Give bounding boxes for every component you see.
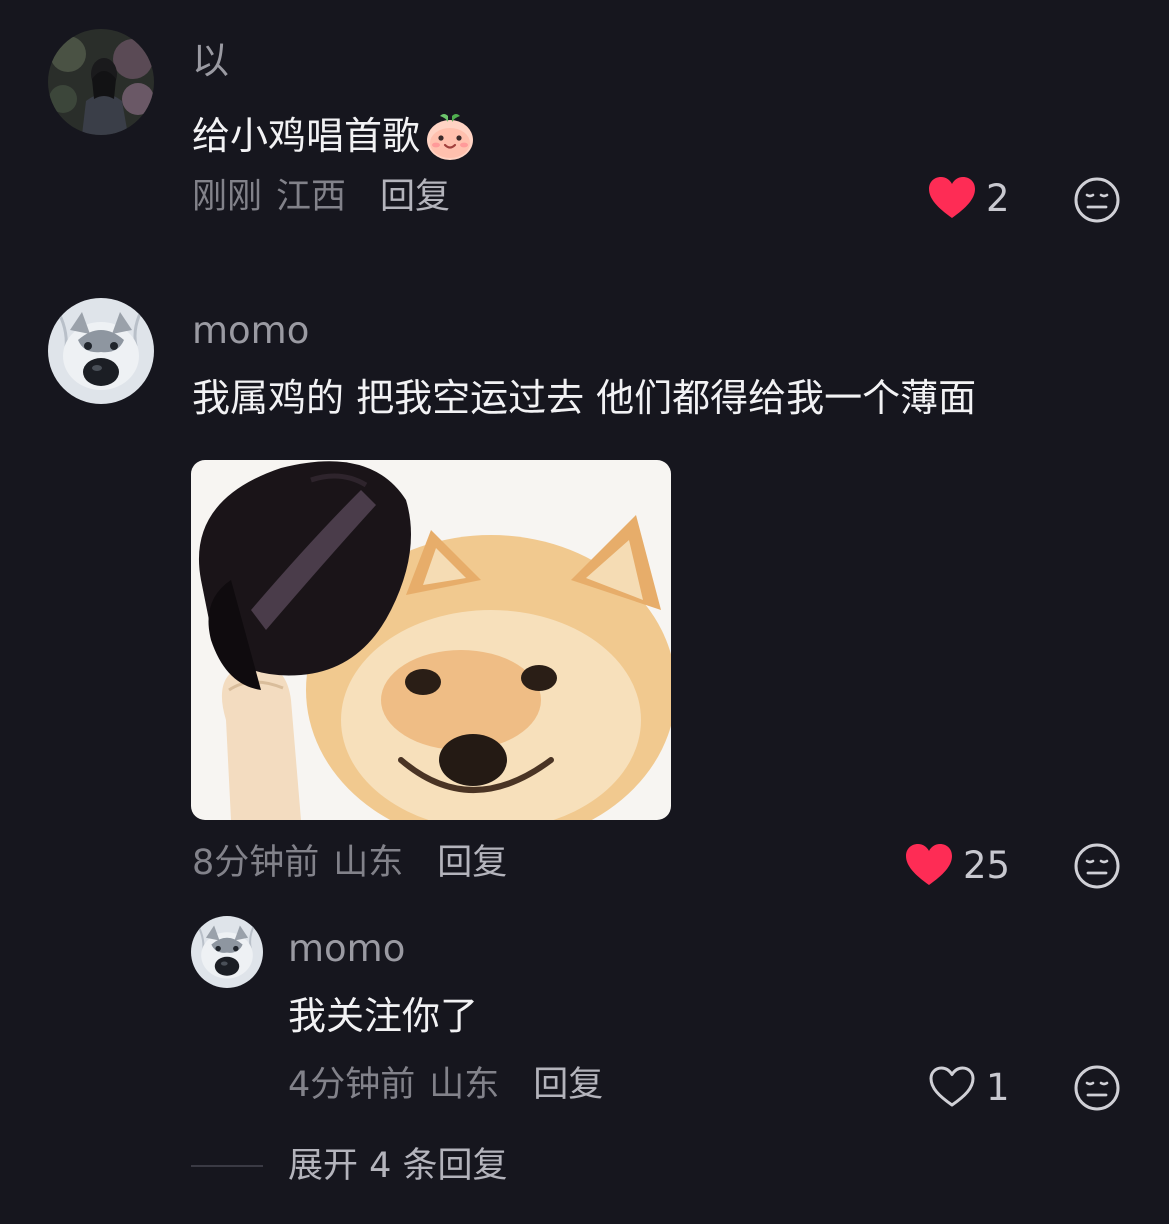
- like-count: 1: [986, 1065, 1010, 1109]
- reply-time: 4分钟前: [288, 1065, 416, 1105]
- avatar[interactable]: [48, 298, 154, 404]
- dislike-button[interactable]: [1073, 1064, 1121, 1112]
- reply-username[interactable]: momo: [288, 930, 405, 967]
- heart-filled-icon: [905, 843, 953, 887]
- person-portrait-icon: [48, 29, 154, 135]
- comment-time: 8分钟前: [192, 843, 320, 883]
- like-button[interactable]: 2: [928, 176, 1010, 220]
- reply-button[interactable]: 回复: [437, 846, 507, 881]
- shiba-dog-tipping-hat-meme-icon: [191, 460, 671, 820]
- expand-replies-button[interactable]: 展开 4 条回复: [288, 1149, 508, 1184]
- comment-text-body: 给小鸡唱首歌: [192, 114, 421, 158]
- reply-location: 山东: [429, 1065, 500, 1105]
- meh-face-icon: [1074, 843, 1120, 889]
- like-button[interactable]: 25: [905, 843, 1010, 887]
- dislike-button[interactable]: [1073, 176, 1121, 224]
- comment-text: 我属鸡的 把我空运过去 他们都得给我一个薄面: [192, 376, 977, 420]
- reply-meta: 4分钟前 山东 回复: [288, 1068, 603, 1103]
- like-button[interactable]: 1: [928, 1065, 1010, 1109]
- comment-location: 山东: [333, 843, 404, 883]
- husky-dog-icon: [48, 298, 154, 404]
- husky-dog-icon: [191, 916, 263, 988]
- heart-filled-icon: [928, 176, 976, 220]
- avatar[interactable]: [48, 29, 154, 135]
- comment-image[interactable]: [191, 460, 671, 820]
- avatar[interactable]: [191, 916, 263, 988]
- heart-outline-icon: [928, 1065, 976, 1109]
- comment-location: 江西: [276, 177, 347, 217]
- like-count: 25: [963, 843, 1011, 887]
- comment-meta: 刚刚 江西 回复: [192, 180, 450, 215]
- comment-username[interactable]: 以: [192, 42, 229, 79]
- reply-text: 我关注你了: [288, 994, 479, 1038]
- like-count: 2: [986, 176, 1010, 220]
- smiling-peach-emoji-icon: [424, 110, 476, 162]
- comment-text: 给小鸡唱首歌: [192, 110, 476, 162]
- expand-divider: [191, 1165, 263, 1167]
- reply-button[interactable]: 回复: [380, 180, 450, 215]
- comment-username[interactable]: momo: [192, 312, 309, 349]
- reply-button[interactable]: 回复: [533, 1068, 603, 1103]
- meh-face-icon: [1074, 177, 1120, 223]
- comment-meta: 8分钟前 山东 回复: [192, 846, 507, 881]
- dislike-button[interactable]: [1073, 842, 1121, 890]
- comment-time: 刚刚: [192, 177, 263, 217]
- meh-face-icon: [1074, 1065, 1120, 1111]
